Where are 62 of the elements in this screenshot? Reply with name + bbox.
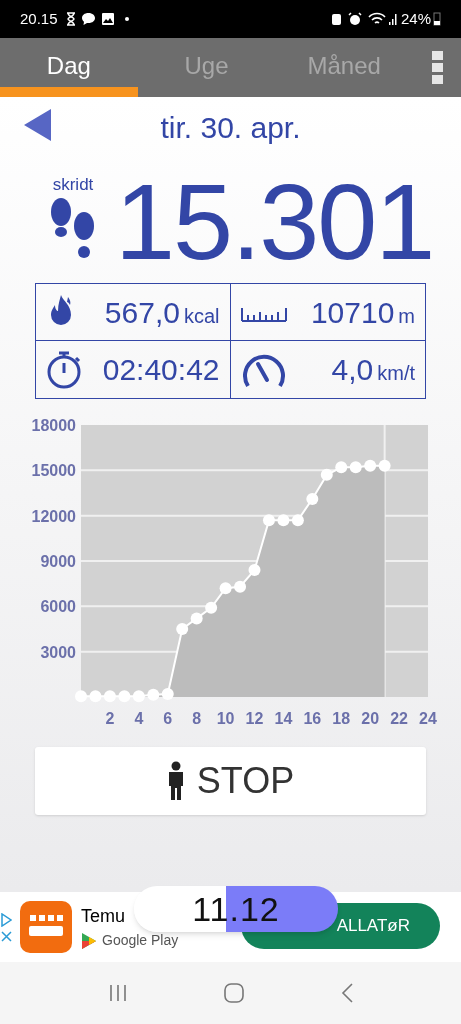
data-point <box>248 564 261 577</box>
x-axis-label: 20 <box>361 710 380 727</box>
data-point <box>320 468 333 481</box>
data-point <box>205 601 218 614</box>
data-point <box>306 493 319 506</box>
x-axis-label: 8 <box>192 710 202 727</box>
stat-value: 02:40:42 <box>102 352 220 388</box>
x-axis-label: 2 <box>105 710 115 727</box>
play-store-icon <box>81 931 97 950</box>
chat-icon <box>80 12 96 26</box>
stat-value: 10710 <box>310 294 395 331</box>
wifi-icon <box>367 12 386 26</box>
battery-saver-icon <box>330 12 342 26</box>
x-axis-label: 22 <box>390 710 408 727</box>
data-point <box>277 514 290 527</box>
stat-unit: kcal <box>183 303 220 329</box>
stat-value: 567,0 <box>104 294 180 331</box>
x-axis-label: 6 <box>163 710 173 727</box>
data-point <box>234 580 247 593</box>
app-logo-icon <box>20 901 72 953</box>
battery-percent: 24% <box>400 8 431 29</box>
date-title: tir. 30. apr. <box>159 109 302 146</box>
back-icon[interactable] <box>339 982 354 1004</box>
hourglass-icon <box>65 12 76 26</box>
stop-button[interactable]: STOP <box>35 747 426 815</box>
x-axis-label: 12 <box>245 710 264 727</box>
signal-icon <box>387 12 398 26</box>
home-icon[interactable] <box>222 982 245 1004</box>
y-axis-label: 3000 <box>40 643 76 661</box>
ad-choices-icon[interactable] <box>0 912 12 927</box>
data-point <box>176 623 189 635</box>
x-axis-label: 24 <box>419 710 437 727</box>
app-name: Temu <box>81 905 126 928</box>
store-name: Google Play <box>102 931 179 950</box>
alarm-icon <box>347 12 362 26</box>
y-axis-label: 15000 <box>31 462 76 480</box>
y-axis-label: 6000 <box>40 598 76 616</box>
person-icon <box>166 761 185 801</box>
x-axis-label: 4 <box>134 710 144 727</box>
x-axis-label: 18 <box>332 710 351 727</box>
image-icon <box>100 12 115 26</box>
status-time: 20.15 <box>20 8 58 29</box>
close-icon[interactable] <box>0 930 12 942</box>
data-point <box>190 612 203 625</box>
x-axis-label: 10 <box>216 710 235 727</box>
step-count: 15.301 <box>115 172 434 272</box>
data-point <box>262 514 275 527</box>
stat-unit: km/t <box>377 361 415 386</box>
data-point <box>291 514 304 527</box>
stat-value: 4,0 <box>331 352 374 388</box>
y-axis-label: 9000 <box>40 553 76 570</box>
x-axis-label: 14 <box>274 710 293 727</box>
stopwatch-icon <box>46 350 82 389</box>
y-axis-label: 18000 <box>31 417 76 434</box>
battery-icon <box>433 12 441 26</box>
stat-unit: m <box>398 303 415 329</box>
recent-apps-icon[interactable] <box>107 983 128 1003</box>
data-point <box>219 582 232 595</box>
back-arrow-icon[interactable] <box>24 109 52 141</box>
x-axis-label: 16 <box>303 710 322 727</box>
steps-label: skridt <box>52 174 94 196</box>
y-axis-label: 12000 <box>31 507 76 525</box>
